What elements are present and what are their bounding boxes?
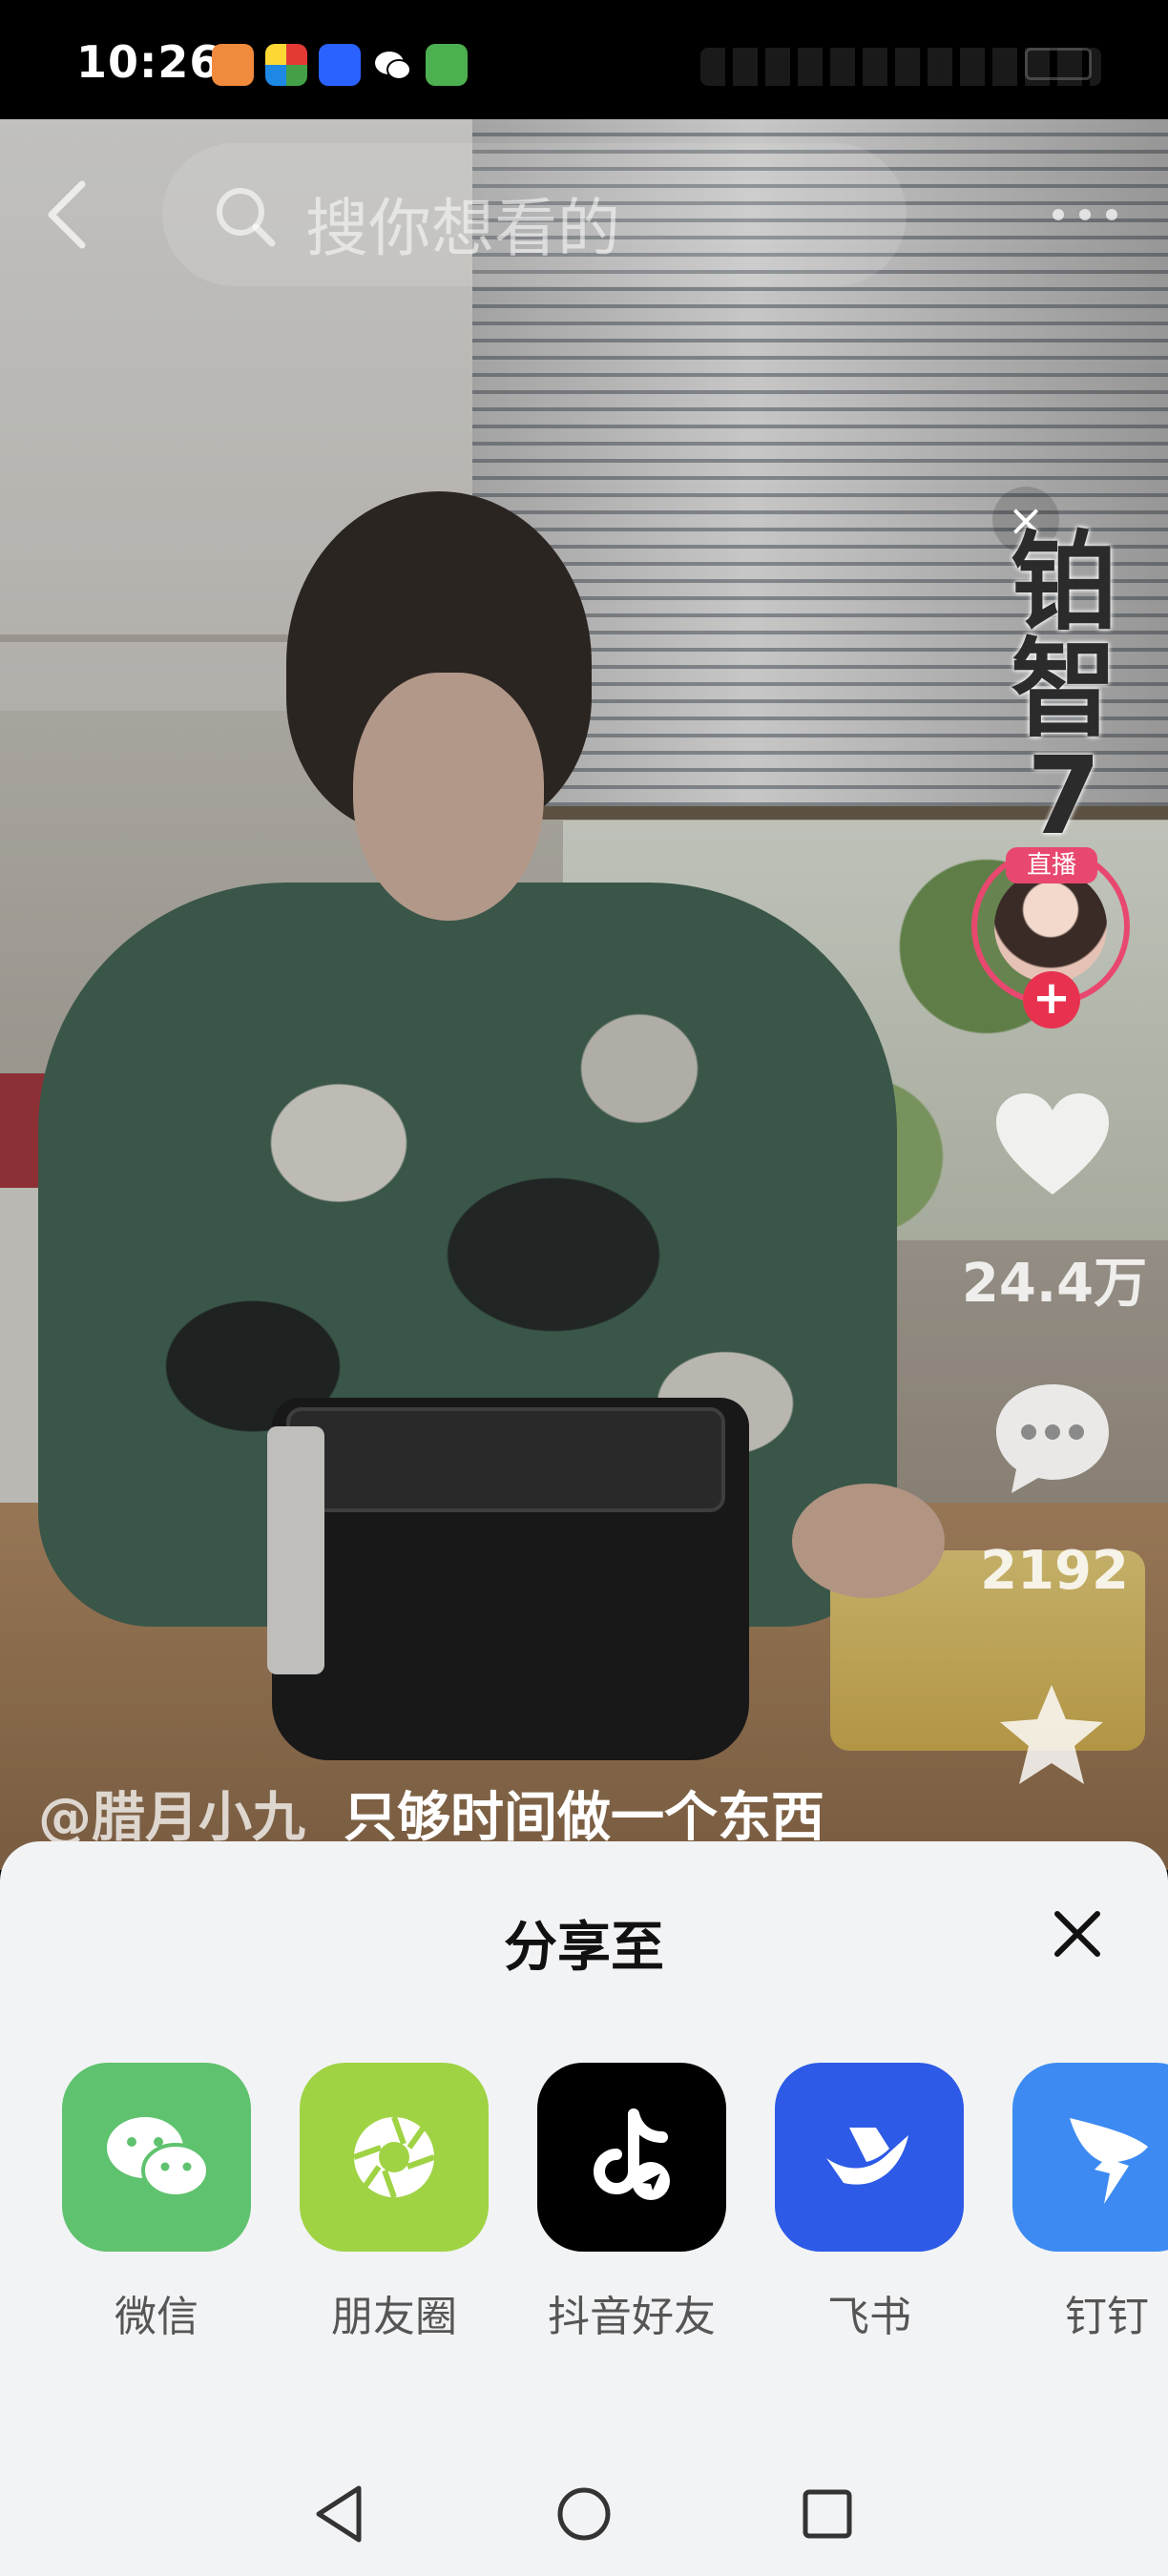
search-bar[interactable]: 搜你想看的	[162, 143, 907, 286]
dingtalk-icon	[1012, 2063, 1168, 2252]
feishu-icon	[775, 2063, 964, 2252]
nav-back-icon[interactable]	[307, 2481, 374, 2547]
creator-avatar-button[interactable]: 直播 +	[971, 847, 1130, 1028]
status-time: 10:26	[76, 36, 221, 88]
share-target-douyin-friends[interactable]: 抖音好友	[537, 2063, 726, 2343]
share-label-moments: 朋友圈	[331, 2293, 457, 2341]
avatar	[994, 870, 1107, 983]
blue-app-icon	[319, 44, 361, 86]
back-button[interactable]	[40, 177, 97, 253]
share-label-douyin-friends: 抖音好友	[548, 2293, 716, 2341]
douyin-icon	[537, 2063, 726, 2252]
heart-icon[interactable]	[991, 1088, 1115, 1202]
nav-recents-icon[interactable]	[794, 2481, 861, 2547]
close-icon[interactable]	[1044, 1901, 1111, 1967]
video-subtitle: 只够时间做一个东西	[344, 1787, 824, 1849]
share-label-dingtalk: 钉钉	[1065, 2293, 1149, 2341]
battery-icon	[1025, 48, 1092, 80]
search-placeholder: 搜你想看的	[305, 192, 620, 265]
green-app-icon	[426, 44, 468, 86]
share-target-feishu[interactable]: 飞书	[775, 2063, 964, 2343]
share-label-feishu: 飞书	[827, 2293, 911, 2341]
status-bar: 10:26	[0, 0, 1168, 119]
search-icon	[212, 183, 279, 250]
like-count: 24.4万	[961, 1253, 1148, 1315]
favorite-star-icon[interactable]	[994, 1679, 1109, 1794]
follow-button[interactable]: +	[1023, 971, 1080, 1028]
promo-banner[interactable]: 铂智7	[992, 530, 1136, 850]
share-target-moments[interactable]: 朋友圈	[300, 2063, 489, 2343]
wechat-notification-icon	[372, 44, 414, 86]
video-caption: @腊月小九 只够时间做一个东西	[38, 1775, 824, 1852]
live-badge: 直播	[1006, 847, 1097, 883]
video-player[interactable]	[0, 119, 1168, 1870]
share-target-wechat[interactable]: 微信	[62, 2063, 251, 2343]
share-target-dingtalk[interactable]: 钉钉	[1012, 2063, 1168, 2343]
share-sheet-title: 分享至	[504, 1917, 664, 1979]
author-handle[interactable]: @腊月小九	[38, 1787, 305, 1849]
comment-icon[interactable]	[991, 1379, 1115, 1498]
system-navigation-bar	[0, 2452, 1168, 2576]
moments-icon	[300, 2063, 489, 2252]
health-app-icon	[212, 44, 254, 86]
nav-home-icon[interactable]	[551, 2481, 617, 2547]
wechat-icon	[62, 2063, 251, 2252]
more-options-button[interactable]	[1042, 191, 1128, 239]
comment-count: 2192	[980, 1540, 1129, 1602]
share-label-wechat: 微信	[115, 2293, 198, 2341]
colorful-app-icon	[265, 44, 307, 86]
